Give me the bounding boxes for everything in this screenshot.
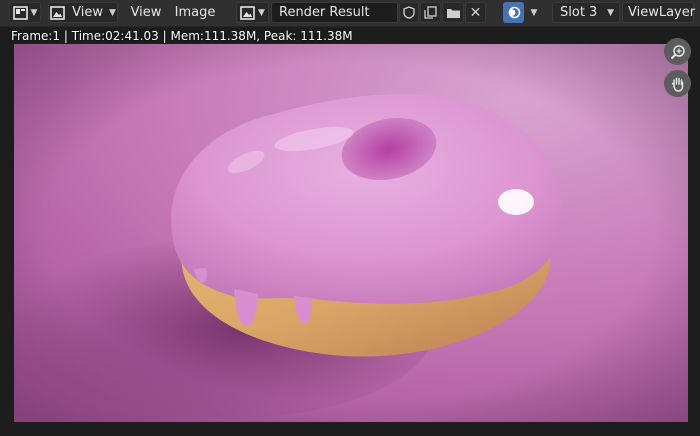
image-name-field[interactable]: Render Result — [271, 2, 398, 23]
overlay-icon — [508, 6, 521, 19]
folder-icon — [446, 8, 460, 18]
image-icon — [50, 5, 65, 20]
duplicate-button[interactable] — [420, 2, 441, 23]
overlay-dropdown[interactable]: ▼ — [525, 2, 543, 23]
chevron-down-icon: ▼ — [108, 7, 116, 18]
menu-image[interactable]: Image — [171, 2, 219, 23]
menu-view[interactable]: View — [126, 2, 166, 23]
zoom-button[interactable] — [664, 38, 691, 65]
view-layer-label: ViewLayer — [628, 5, 696, 20]
view-mode-label: View — [72, 5, 103, 20]
editor-type-selector[interactable]: ▼ — [9, 2, 41, 23]
view-mode-dropdown[interactable]: View ▼ — [48, 2, 118, 23]
view-layer-dropdown[interactable]: ViewLayer — [622, 2, 696, 23]
fake-user-button[interactable] — [399, 2, 419, 23]
duplicate-icon — [424, 6, 437, 19]
image-editor-icon — [12, 5, 28, 20]
zoom-icon — [670, 44, 685, 59]
image-browse-button[interactable]: ▼ — [236, 2, 269, 23]
image-editor-header: ▼ View ▼ View Image ▼ Render Result ✕ ▼ … — [0, 0, 700, 27]
render-image — [14, 44, 688, 422]
open-image-button[interactable] — [442, 2, 464, 23]
slot-label: Slot 3 — [560, 5, 598, 20]
chevron-down-icon: ▼ — [530, 7, 538, 18]
shield-icon — [403, 6, 415, 19]
image-browse-icon — [240, 5, 255, 20]
overlay-toggle[interactable] — [503, 2, 524, 23]
close-icon: ✕ — [469, 4, 482, 21]
render-info-text: Frame:1 | Time:02:41.03 | Mem:111.38M, P… — [11, 29, 353, 43]
unlink-image-button[interactable]: ✕ — [465, 2, 486, 23]
chevron-down-icon: ▼ — [607, 7, 614, 18]
pan-button[interactable] — [664, 70, 691, 97]
hand-icon — [671, 77, 683, 92]
render-result-image[interactable] — [14, 44, 688, 422]
chevron-down-icon: ▼ — [30, 7, 38, 18]
slot-dropdown[interactable]: Slot 3 ▼ — [552, 2, 620, 23]
chevron-down-icon: ▼ — [258, 7, 265, 18]
